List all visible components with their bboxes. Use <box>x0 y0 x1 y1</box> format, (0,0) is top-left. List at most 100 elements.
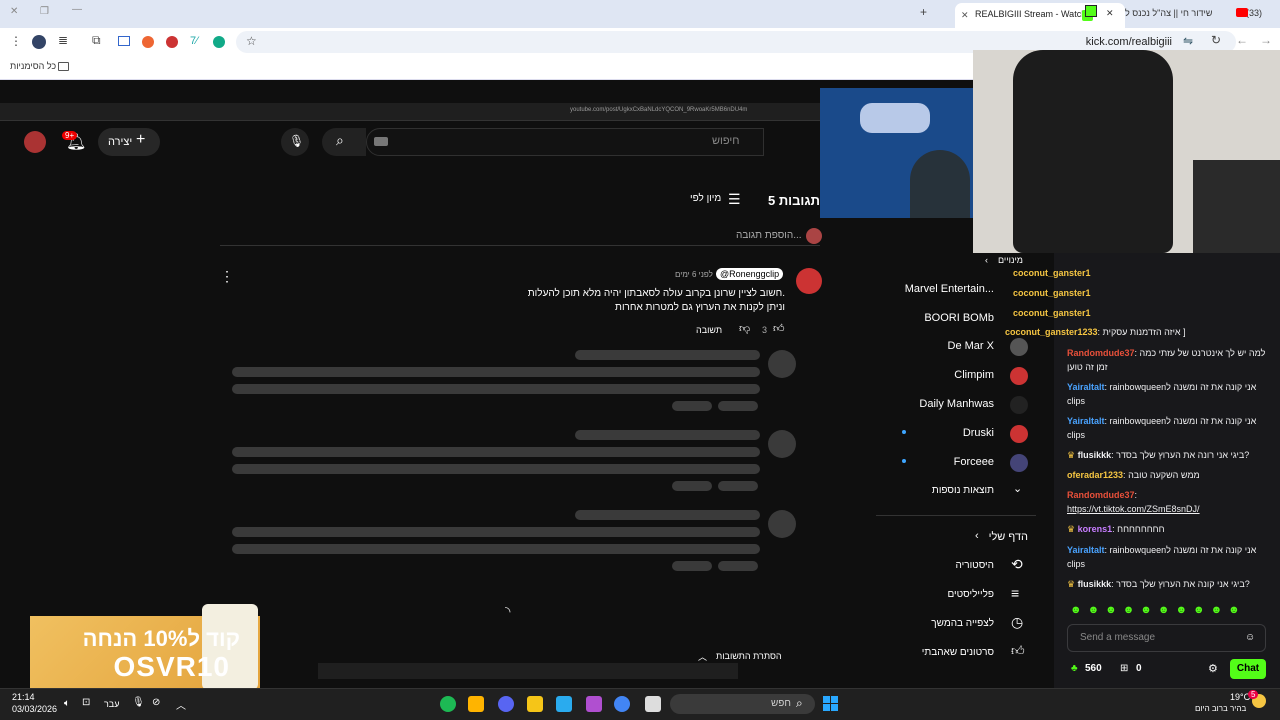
bookmark-star-icon[interactable]: ☆ <box>246 34 257 48</box>
keyboard-icon[interactable] <box>374 137 388 146</box>
chat-link[interactable]: https://vt.tiktok.com/ZSmE8snDJ/ <box>1067 504 1200 514</box>
comment-author[interactable]: @Ronenggclip <box>716 268 784 280</box>
profile-icon[interactable] <box>32 35 46 49</box>
hide-replies-button[interactable]: הסתרת התשובות <box>716 651 782 661</box>
url-text[interactable]: kick.com/realbigiii <box>1086 36 1172 48</box>
playlists-link[interactable]: פלייליסטים <box>947 589 994 600</box>
chat-send-button[interactable]: Chat <box>1230 659 1266 679</box>
gift-icon[interactable]: ⊞ <box>1120 663 1128 674</box>
chat-text: חחחחחחחח <box>1117 524 1165 534</box>
app-white-icon[interactable] <box>645 696 661 712</box>
weather-desc[interactable]: בהיר ברוב היום <box>1195 704 1246 713</box>
reload-icon[interactable]: ↻ <box>1211 33 1221 47</box>
my-page-link[interactable]: הדף שלי <box>989 531 1028 543</box>
extension-orange-icon[interactable] <box>142 36 154 48</box>
add-comment-input[interactable]: הוספת תגובה... <box>736 230 802 241</box>
sort-icon[interactable]: ☰ <box>728 191 741 208</box>
screen-capture-icon[interactable] <box>118 36 130 46</box>
chat-username[interactable]: coconut_ganster1 <box>1013 308 1091 318</box>
clock-time[interactable]: 21:14 <box>12 692 35 702</box>
chevron-up-icon[interactable]: ︿ <box>698 650 707 663</box>
chat-username[interactable]: flusikkk <box>1078 450 1112 460</box>
speaker-icon[interactable]: 🔈︎ <box>64 698 70 709</box>
watch-later-link[interactable]: לצפייה בהמשך <box>931 618 994 629</box>
more-dots-icon[interactable]: ⋮ <box>220 268 234 285</box>
chat-username[interactable]: flusikkk <box>1078 579 1112 589</box>
maximize-icon[interactable]: ❐ <box>40 6 49 17</box>
back-icon[interactable]: → <box>1260 33 1272 47</box>
clock-date[interactable]: 03/03/2026 <box>12 704 57 714</box>
site-settings-icon[interactable]: ⇋ <box>1183 34 1193 48</box>
live-dot <box>902 459 906 463</box>
extensions-icon[interactable]: ⧉ <box>92 33 101 48</box>
tab-youtube[interactable]: (33) <box>1246 8 1262 18</box>
mic-tray-icon[interactable]: 🎙︎ <box>132 697 145 708</box>
chevron-up-tray-icon[interactable]: ︿ <box>176 697 186 712</box>
chat-username[interactable]: Randomdude37 <box>1067 348 1135 358</box>
comment-time[interactable]: לפני 6 ימים <box>675 270 713 279</box>
extension-teal-icon[interactable]: 7⁄ <box>190 35 198 47</box>
minimize-icon[interactable]: — <box>72 4 82 15</box>
yt-search-input[interactable] <box>366 128 764 156</box>
language-indicator[interactable]: עבר <box>104 699 119 709</box>
like-icon[interactable]: 👍︎ <box>773 322 785 335</box>
channel-item[interactable]: Climpim <box>954 369 994 381</box>
history-link[interactable]: היסטוריה <box>956 560 995 571</box>
channel-item[interactable]: BOORI BOMb <box>924 312 994 324</box>
discord-icon[interactable] <box>498 696 514 712</box>
yt-avatar[interactable] <box>24 131 46 153</box>
chat-username[interactable]: coconut_ganster1 <box>1013 288 1091 298</box>
reply-button[interactable]: תשובה <box>696 325 722 335</box>
reading-list-icon[interactable]: ≣ <box>58 33 68 47</box>
chevron-left-icon[interactable]: ‹ <box>985 255 988 265</box>
network-icon[interactable]: ⊡ <box>82 697 90 708</box>
chat-username[interactable]: Yairaltalt <box>1067 416 1105 426</box>
channel-item[interactable]: Druski <box>963 427 994 439</box>
points-icon[interactable]: ♣ <box>1071 663 1078 674</box>
chat-username[interactable]: korens1 <box>1078 524 1113 534</box>
tab-close-icon-2[interactable]: ✕ <box>1106 8 1114 19</box>
channel-item[interactable]: Daily Manhwas <box>919 398 994 410</box>
app-purple-icon[interactable] <box>586 696 602 712</box>
chevron-down-icon[interactable]: ⌄ <box>1013 482 1022 495</box>
chat-username[interactable]: coconut_ganster1 <box>1013 268 1091 278</box>
spotify-icon[interactable] <box>440 696 456 712</box>
comment-author-avatar[interactable] <box>796 268 822 294</box>
emote-row[interactable]: ☻☻☻☻☻☻☻☻☻☻ <box>1070 604 1246 616</box>
channel-avatar <box>1010 338 1028 356</box>
chat-username[interactable]: Yairaltalt <box>1067 382 1105 392</box>
subscriptions-header[interactable]: מינויים <box>998 255 1023 265</box>
taskbar-search[interactable] <box>670 694 815 714</box>
chat-username[interactable]: Yairaltalt <box>1067 545 1105 555</box>
chrome-icon[interactable] <box>614 696 630 712</box>
windows-start-icon[interactable] <box>823 696 838 711</box>
forward-icon[interactable]: ← <box>1236 33 1248 47</box>
cloud-decor <box>860 103 930 133</box>
chat-username[interactable]: Randomdude37 <box>1067 490 1135 500</box>
channel-item[interactable]: Marvel Entertain... <box>905 283 994 295</box>
extension-green-icon[interactable] <box>213 36 225 48</box>
more-results-button[interactable]: תוצאות נוספות <box>932 485 994 496</box>
dislike-icon[interactable]: 👎︎ <box>739 322 750 335</box>
tab-close-icon[interactable]: ✕ <box>961 10 969 21</box>
new-tab-icon[interactable]: + <box>920 5 927 19</box>
app-yellow-icon[interactable] <box>468 696 484 712</box>
chat-username[interactable]: oferadar1233 <box>1067 470 1123 480</box>
telegram-icon[interactable] <box>556 696 572 712</box>
file-explorer-icon[interactable] <box>527 696 543 712</box>
sort-label[interactable]: מיון לפי <box>690 193 721 204</box>
tab-kick[interactable]: ✕ REALBIGIII Stream - Watch <box>955 3 1125 28</box>
channel-item[interactable]: Forceee <box>954 456 994 468</box>
menu-dots-icon[interactable]: ⋮ <box>10 34 22 48</box>
settings-icon[interactable]: ⚙ <box>1208 662 1218 675</box>
yt-search-button[interactable] <box>322 128 366 156</box>
emoji-icon[interactable]: ☺ <box>1245 632 1255 643</box>
channel-item[interactable]: De Mar X <box>948 340 994 352</box>
all-bookmarks-link[interactable]: כל הסימניות <box>10 61 56 71</box>
close-window-icon[interactable]: ✕ <box>10 6 18 17</box>
liked-videos-link[interactable]: סרטונים שאהבתי <box>922 647 994 658</box>
chat-username[interactable]: coconut_ganster1233 <box>1005 327 1098 337</box>
extension-red-icon[interactable] <box>166 36 178 48</box>
tab-news[interactable]: שידור חי || צה"ל נכנס ל <box>1125 8 1212 18</box>
wifi-off-icon[interactable]: ⊘ <box>152 697 160 708</box>
